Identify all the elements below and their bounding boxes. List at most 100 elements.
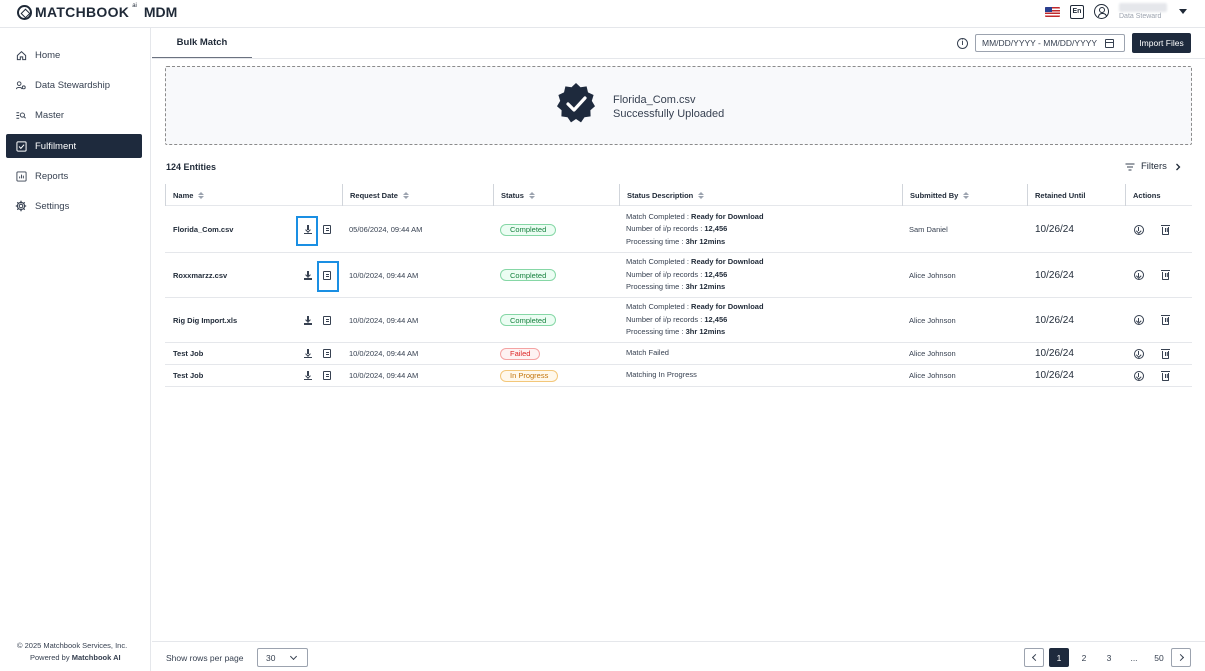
download-highlight-box — [296, 216, 318, 246]
status-badge: In Progress — [500, 369, 559, 382]
download-result-button[interactable] — [1134, 253, 1144, 297]
page-50-button[interactable]: 50 — [1149, 648, 1169, 667]
download-button[interactable] — [303, 253, 313, 297]
sidebar-item-label: Fulfilment — [35, 140, 77, 152]
view-log-button[interactable] — [321, 343, 333, 364]
language-button[interactable]: En — [1070, 4, 1084, 19]
sidebar-item-label: Settings — [35, 200, 70, 212]
status-cell: Completed — [500, 253, 557, 297]
date-range-input[interactable]: MM/DD/YYYY - MM/DD/YYYY — [975, 34, 1125, 52]
document-icon — [323, 371, 331, 380]
pagination-bar: Show rows per page 30 1 2 3 ... 50 — [152, 641, 1205, 671]
status-description: Match Completed : Ready for Download Num… — [626, 211, 764, 246]
status-cell: Completed — [500, 298, 557, 342]
table-header: Name Request Date Status Status Descript… — [165, 184, 1192, 206]
job-name: Rig Dig Import.xls — [173, 315, 238, 325]
delete-button[interactable] — [1161, 253, 1170, 297]
download-icon — [304, 315, 312, 325]
sidebar-item-master[interactable]: Master — [6, 103, 142, 127]
sort-icon[interactable] — [403, 192, 409, 199]
submitted-by: Sam Daniel — [909, 225, 948, 234]
filters-label: Filters — [1141, 161, 1167, 172]
column-header-status[interactable]: Status — [493, 184, 619, 206]
people-icon — [15, 79, 27, 91]
list-search-icon — [15, 109, 27, 121]
sidebar-item-label: Master — [35, 109, 65, 121]
trash-icon — [1161, 370, 1170, 381]
powered-by-brand: Matchbook AI — [71, 653, 121, 662]
chevron-down-icon — [290, 652, 298, 660]
page-3-button[interactable]: 3 — [1099, 648, 1119, 667]
user-avatar-icon[interactable] — [1094, 4, 1109, 19]
chevron-right-icon — [1175, 163, 1181, 170]
view-log-button[interactable] — [321, 298, 333, 342]
download-button[interactable] — [303, 298, 313, 342]
info-icon[interactable]: i — [957, 38, 968, 49]
download-result-button[interactable] — [1134, 207, 1144, 252]
powered-by: Powered by Matchbook AI — [30, 653, 121, 662]
download-button[interactable] — [303, 365, 313, 386]
delete-button[interactable] — [1161, 207, 1170, 252]
calendar-icon[interactable] — [1105, 39, 1114, 48]
status-cell: Failed — [500, 343, 541, 364]
sidebar: Home Data Stewardship Master Fulfilment … — [0, 28, 151, 671]
sidebar-item-data-stewardship[interactable]: Data Stewardship — [6, 73, 142, 97]
submitted-by: Alice Johnson — [909, 349, 956, 358]
tab-bulk-match[interactable]: Bulk Match — [152, 28, 252, 59]
trash-icon — [1161, 315, 1170, 325]
app-logo[interactable]: MATCHBOOK ai MDM — [17, 3, 177, 20]
sidebar-item-settings[interactable]: Settings — [6, 194, 142, 218]
column-header-submitted-by[interactable]: Submitted By — [902, 184, 1027, 206]
download-icon — [304, 270, 312, 280]
delete-button[interactable] — [1161, 343, 1170, 364]
sidebar-item-reports[interactable]: Reports — [6, 164, 142, 188]
sort-icon[interactable] — [198, 192, 204, 199]
delete-button[interactable] — [1161, 365, 1170, 386]
circle-download-icon — [1134, 315, 1144, 325]
page-1-button[interactable]: 1 — [1049, 648, 1069, 667]
retained-until: 10/26/24 — [1035, 224, 1074, 235]
prev-page-button[interactable] — [1024, 648, 1044, 667]
status-description: Match Completed : Ready for Download Num… — [626, 302, 764, 337]
user-menu-caret-icon[interactable] — [1179, 9, 1187, 14]
rows-per-page-select[interactable]: 30 — [257, 648, 308, 667]
download-button[interactable] — [303, 343, 313, 364]
sort-icon[interactable] — [963, 192, 969, 199]
download-result-button[interactable] — [1134, 365, 1144, 386]
us-flag-icon[interactable] — [1045, 6, 1060, 17]
page-2-button[interactable]: 2 — [1074, 648, 1094, 667]
submitted-by: Alice Johnson — [909, 315, 956, 325]
upload-dropzone[interactable]: Florida_Com.csv Successfully Uploaded — [165, 66, 1192, 145]
document-icon — [323, 315, 331, 325]
view-log-button[interactable] — [321, 365, 333, 386]
user-info[interactable]: Data Steward — [1119, 3, 1169, 20]
next-page-button[interactable] — [1171, 648, 1191, 667]
log-highlight-box — [317, 261, 339, 292]
column-header-request-date[interactable]: Request Date — [342, 184, 493, 206]
column-header-status-description[interactable]: Status Description — [619, 184, 902, 206]
sort-icon[interactable] — [698, 192, 704, 199]
document-icon — [323, 225, 331, 234]
download-result-button[interactable] — [1134, 298, 1144, 342]
sidebar-item-home[interactable]: Home — [6, 43, 142, 67]
retained-until: 10/26/24 — [1035, 314, 1074, 326]
column-header-retained-until: Retained Until — [1027, 184, 1125, 206]
report-icon — [15, 170, 27, 182]
user-role: Data Steward — [1119, 13, 1162, 20]
download-result-button[interactable] — [1134, 343, 1144, 364]
import-files-button[interactable]: Import Files — [1132, 33, 1191, 53]
filters-button[interactable]: Filters — [1125, 161, 1181, 172]
status-description: Match Completed : Ready for Download Num… — [626, 257, 764, 292]
sidebar-item-fulfilment[interactable]: Fulfilment — [6, 134, 142, 158]
view-log-button[interactable] — [321, 207, 333, 252]
sidebar-item-label: Home — [35, 49, 61, 61]
column-header-name[interactable]: Name — [165, 184, 342, 206]
sort-icon[interactable] — [529, 192, 535, 199]
delete-button[interactable] — [1161, 298, 1170, 342]
sidebar-item-label: Reports — [35, 170, 69, 182]
upload-message: Successfully Uploaded — [613, 108, 725, 120]
status-cell: Completed — [500, 207, 557, 252]
sidebar-item-label: Data Stewardship — [35, 79, 110, 91]
status-badge: Completed — [500, 269, 557, 281]
submitted-by: Alice Johnson — [909, 371, 956, 380]
